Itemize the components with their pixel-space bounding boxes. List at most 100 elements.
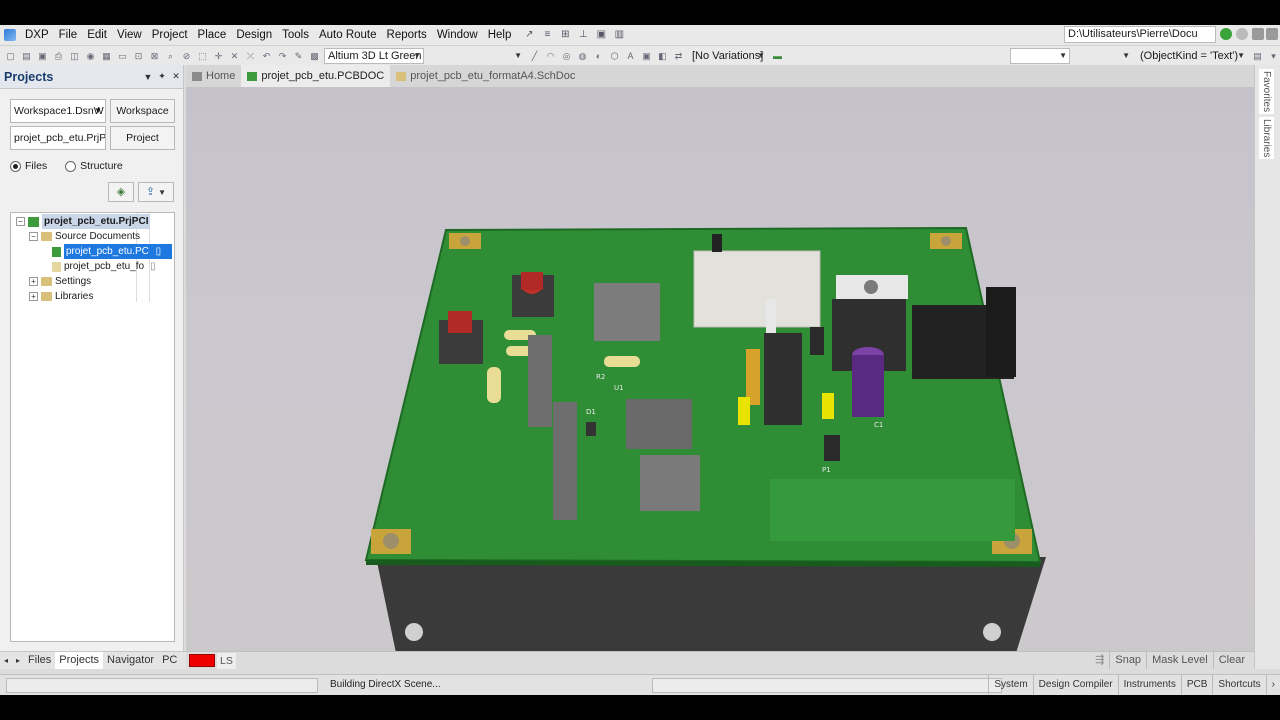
tree-item-project[interactable]: − projet_pcb_etu.PrjPCI (11, 214, 174, 229)
tab-home[interactable]: Home (186, 65, 241, 87)
fill-icon[interactable]: ◐ (592, 50, 605, 62)
current-layer-swatch[interactable] (189, 654, 215, 667)
close-icon[interactable]: ✕ (169, 71, 183, 82)
status-design-compiler[interactable]: Design Compiler (1032, 675, 1118, 695)
tab-schematic-document[interactable]: projet_pcb_etu_formatA4.SchDoc (390, 65, 581, 87)
select-area-icon[interactable]: ⬚ (196, 50, 209, 62)
radio-structure[interactable]: Structure (65, 160, 123, 172)
menu-window[interactable]: Window (432, 25, 483, 45)
menu-tools[interactable]: Tools (277, 25, 314, 45)
variation-icon[interactable]: ⇄ (672, 50, 685, 62)
tab-scroll-right-icon[interactable]: ▸ (12, 652, 24, 669)
align-icon[interactable]: ≡ (540, 29, 554, 41)
filter-mode-select[interactable]: ▼ (1073, 47, 1133, 64)
zoom-icon[interactable]: ⌕ (164, 50, 177, 62)
region-icon[interactable]: ◧ (656, 50, 669, 62)
string-icon[interactable]: A (624, 50, 637, 62)
undo-icon[interactable]: ↶ (260, 50, 273, 62)
menu-file[interactable]: File (54, 25, 83, 45)
apply-filter-icon[interactable]: ▤ (1251, 50, 1264, 62)
variations-select[interactable]: [No Variations] ▼ (688, 47, 768, 64)
save-icon[interactable]: ▣ (36, 50, 49, 62)
collapse-icon[interactable]: − (16, 217, 25, 226)
menu-dxp[interactable]: DXP (20, 25, 54, 45)
tab-navigator[interactable]: Navigator (103, 652, 158, 669)
document-path-field[interactable]: D:\Utilisateurs\Pierre\Docu (1064, 26, 1216, 43)
menu-help[interactable]: Help (483, 25, 517, 45)
view-config-icon[interactable]: ▩ (308, 50, 321, 62)
print-icon[interactable]: ⎙ (52, 50, 65, 62)
view-config-select[interactable]: Altium 3D Lt Green ▼ (324, 47, 424, 64)
collapse-icon[interactable]: − (29, 232, 38, 241)
tab-projects[interactable]: Projects (55, 652, 104, 669)
status-system[interactable]: System (988, 675, 1032, 695)
grid-icon[interactable]: ▥ (612, 29, 626, 41)
redo-icon[interactable]: ↷ (276, 50, 289, 62)
go-back-icon[interactable] (1236, 28, 1248, 40)
home-icon[interactable] (1252, 28, 1264, 40)
radio-structure-indicator[interactable] (65, 160, 77, 172)
polygon-icon[interactable]: ⬡ (608, 50, 621, 62)
mask-level-button[interactable]: Mask Level (1146, 652, 1213, 669)
menu-edit[interactable]: Edit (82, 25, 112, 45)
clear-icon[interactable]: ⊘ (180, 50, 193, 62)
tree-item-source-documents[interactable]: − Source Documents (11, 229, 174, 244)
zoom-area-icon[interactable]: ⊠ (148, 50, 161, 62)
project-button[interactable]: Project (110, 126, 175, 150)
menu-reports[interactable]: Reports (382, 25, 432, 45)
status-pcb[interactable]: PCB (1180, 675, 1213, 695)
settings-icon[interactable] (1266, 28, 1278, 40)
tab-pcb[interactable]: PC (158, 652, 181, 669)
tab-scroll-left-icon[interactable]: ◂ (0, 652, 12, 669)
project-field[interactable]: projet_pcb_etu.PrjPCB (10, 126, 106, 150)
expand-icon[interactable]: + (29, 277, 38, 286)
expand-icon[interactable]: + (29, 292, 38, 301)
cross-select-icon[interactable]: ⤫ (244, 50, 257, 62)
tree-item-pcb-doc[interactable]: projet_pcb_etu.PC ▯ (11, 244, 174, 259)
distribute-icon[interactable]: ⊥ (576, 29, 590, 41)
radio-files[interactable]: Files (10, 160, 47, 172)
new-file-icon[interactable]: ▢ (4, 50, 17, 62)
filter-scope-select[interactable]: ▼ (1010, 47, 1070, 64)
menu-auto-route[interactable]: Auto Route (314, 25, 382, 45)
dxp-icon[interactable] (4, 29, 16, 41)
menu-place[interactable]: Place (193, 25, 232, 45)
radio-files-indicator[interactable] (10, 160, 21, 172)
export-button[interactable]: ⇪ ▼ (138, 182, 174, 202)
tab-favorites[interactable]: Favorites (1259, 69, 1274, 115)
print-preview-icon[interactable]: ◫ (68, 50, 81, 62)
arc-icon[interactable]: ◠ (544, 50, 557, 62)
track-icon[interactable]: ╱ (528, 50, 541, 62)
pencil-icon[interactable]: ✎ (292, 50, 305, 62)
tree-item-sch-doc[interactable]: projet_pcb_etu_fo ▯ (11, 259, 174, 274)
layer-set-tab[interactable]: LS (217, 653, 236, 669)
more-icon[interactable]: ▾ (1267, 50, 1280, 62)
tab-libraries[interactable]: Libraries (1259, 117, 1274, 160)
pcb-3d-viewport[interactable]: R2 U1 D1 P1 C1 (186, 87, 1254, 651)
panel-menu-icon[interactable]: ▼ (141, 72, 155, 82)
menu-project[interactable]: Project (147, 25, 193, 45)
tab-pcb-document[interactable]: projet_pcb_etu.PCBDOC (241, 65, 391, 87)
zoom-fit-icon[interactable]: ⊡ (132, 50, 145, 62)
status-instruments[interactable]: Instruments (1117, 675, 1181, 695)
tree-item-libraries[interactable]: + Libraries (11, 289, 174, 304)
filter-query-field[interactable]: (ObjectKind = 'Text') ▼ (1136, 47, 1248, 64)
variant-manager-icon[interactable]: ▬ (771, 50, 784, 62)
go-forward-icon[interactable] (1220, 28, 1232, 40)
menu-design[interactable]: Design (231, 25, 277, 45)
snap-settings-icon[interactable]: ⇶ (1090, 652, 1109, 669)
add-document-button[interactable]: ◈ (108, 182, 134, 202)
tab-files[interactable]: Files (24, 652, 55, 669)
pin-icon[interactable]: ✦ (155, 71, 169, 82)
3d-view-icon[interactable]: ◉ (84, 50, 97, 62)
deselect-icon[interactable]: ✕ (228, 50, 241, 62)
via-icon[interactable]: ◎ (560, 50, 573, 62)
status-shortcuts[interactable]: Shortcuts (1212, 675, 1265, 695)
pad-icon[interactable]: ◍ (576, 50, 589, 62)
folder-icon[interactable]: ▭ (116, 50, 129, 62)
layer-select[interactable]: ▼ (427, 47, 525, 64)
resize-grip-icon[interactable]: › (1265, 675, 1280, 695)
board-icon[interactable]: ▦ (100, 50, 113, 62)
snap-button[interactable]: Snap (1109, 652, 1146, 669)
move-icon[interactable]: ✛ (212, 50, 225, 62)
